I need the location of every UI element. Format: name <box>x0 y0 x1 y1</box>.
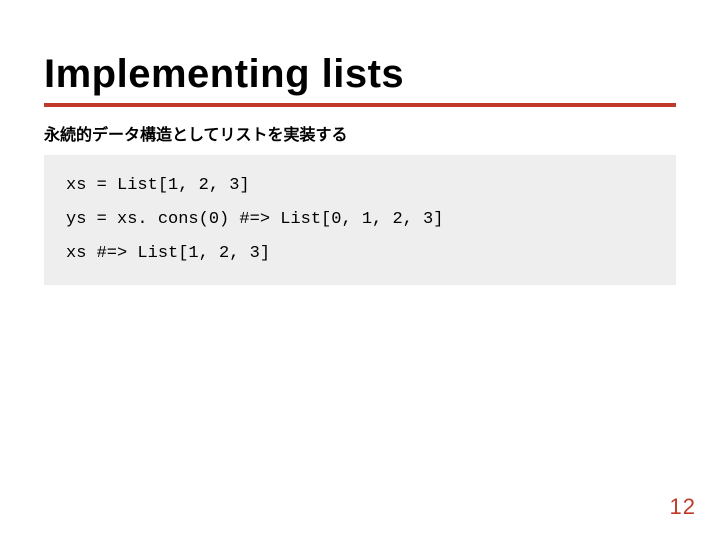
code-block: xs = List[1, 2, 3]ys = xs. cons(0) #=> L… <box>44 155 676 285</box>
code-line: ys = xs. cons(0) #=> List[0, 1, 2, 3] <box>66 203 660 237</box>
slide-title: Implementing lists <box>44 52 676 97</box>
code-line: xs #=> List[1, 2, 3] <box>66 237 660 271</box>
code-line: xs = List[1, 2, 3] <box>66 169 660 203</box>
slide: Implementing lists 永続的データ構造としてリストを実装する x… <box>0 0 720 540</box>
page-number: 12 <box>670 494 696 520</box>
title-underline <box>44 103 676 107</box>
slide-subtitle: 永続的データ構造としてリストを実装する <box>44 125 676 147</box>
